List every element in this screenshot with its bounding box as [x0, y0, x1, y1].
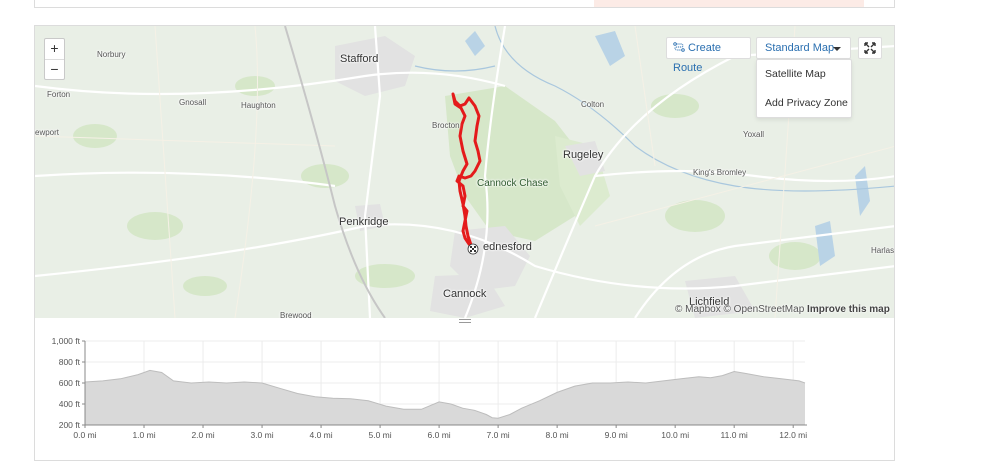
map-attribution: © Mapbox © OpenStreetMap Improve this ma… — [675, 304, 890, 315]
x-tick-label: 3.0 mi — [250, 430, 273, 440]
map-style-select[interactable]: Standard Map — [756, 37, 851, 59]
fullscreen-button[interactable] — [858, 37, 882, 59]
woodland-patches — [73, 76, 821, 296]
x-tick-label: 1.0 mi — [132, 430, 155, 440]
x-tick-label: 6.0 mi — [428, 430, 451, 440]
place-label-colton: Colton — [581, 100, 605, 109]
place-label-harlasto: Harlasto — [871, 246, 895, 255]
map-style-selected: Standard Map — [765, 42, 835, 54]
menu-item-add-privacy-zone[interactable]: Add Privacy Zone — [757, 89, 851, 118]
improve-map-link[interactable]: Improve this map — [807, 304, 890, 315]
osm-attribution[interactable]: © OpenStreetMap — [724, 304, 805, 315]
x-tick-label: 10.0 mi — [661, 430, 689, 440]
caret-down-icon — [833, 47, 841, 51]
x-tick-label: 2.0 mi — [191, 430, 214, 440]
top-card-tint — [594, 0, 864, 7]
page-right-margin — [895, 0, 1000, 461]
x-tick-label: 8.0 mi — [546, 430, 569, 440]
x-tick-label: 9.0 mi — [605, 430, 628, 440]
place-label-cannock: Cannock — [443, 288, 487, 300]
place-label-gnosall: Gnosall — [179, 98, 207, 107]
x-tick-label: 4.0 mi — [309, 430, 332, 440]
elevation-area — [85, 370, 805, 425]
elevation-profile[interactable]: 1,000 ft 800 ft 600 ft 400 ft 200 ft 0.0 mi 1.… — [35, 326, 894, 460]
place-label-norbury: Norbury — [97, 50, 126, 59]
x-tick-label: 5.0 mi — [369, 430, 392, 440]
zoom-in-button[interactable]: + — [45, 39, 64, 59]
x-tick-label: 7.0 mi — [487, 430, 510, 440]
place-label-penkridge: Penkridge — [339, 216, 389, 228]
top-card — [34, 0, 895, 8]
x-tick-label: 12.0 mi — [779, 430, 807, 440]
place-label-rugeley: Rugeley — [563, 149, 604, 161]
mapbox-attribution[interactable]: © Mapbox — [675, 304, 721, 315]
fullscreen-icon — [864, 42, 876, 54]
x-tick-label: 0.0 mi — [73, 430, 96, 440]
place-label-stafford: Stafford — [340, 53, 379, 65]
zoom-out-button[interactable]: − — [45, 59, 64, 79]
elevation-chart: 1,000 ft 800 ft 600 ft 400 ft 200 ft0.0 mi 1.… — [52, 336, 808, 440]
y-tick-label: 1,000 ft — [52, 336, 81, 346]
x-tick-label: 11.0 mi — [721, 430, 748, 440]
y-tick-label: 400 ft — [59, 399, 81, 409]
place-label-ewport: ewport — [35, 128, 60, 137]
place-label-king-s-bromley: King's Bromley — [693, 168, 747, 177]
place-label-haughton: Haughton — [241, 101, 276, 110]
place-label-brewood: Brewood — [280, 311, 312, 318]
create-route-button[interactable]: Create Route — [666, 37, 751, 74]
place-label-ednesford: ednesford — [483, 241, 532, 253]
place-label-forton: Forton — [47, 90, 71, 99]
y-tick-label: 200 ft — [59, 420, 81, 430]
finish-flag-icon — [467, 243, 479, 255]
y-tick-label: 800 ft — [59, 357, 81, 367]
route-icon — [673, 42, 685, 52]
place-label-brocton: Brocton — [432, 121, 460, 130]
place-label-yoxall: Yoxall — [743, 130, 765, 139]
map-canvas[interactable]: Norbury Stafford Forton Gnosall Haughton Colt… — [35, 26, 895, 318]
y-tick-label: 600 ft — [59, 378, 81, 388]
zoom-control: + − — [44, 38, 65, 80]
menu-item-satellite-map[interactable]: Satellite Map — [757, 60, 851, 89]
map-style-menu: Satellite Map Add Privacy Zone — [756, 59, 852, 118]
place-label-cannock-chase: Cannock Chase — [477, 178, 549, 189]
resize-handle[interactable] — [459, 319, 471, 324]
activity-map-card: Norbury Stafford Forton Gnosall Haughton Colt… — [34, 25, 895, 461]
